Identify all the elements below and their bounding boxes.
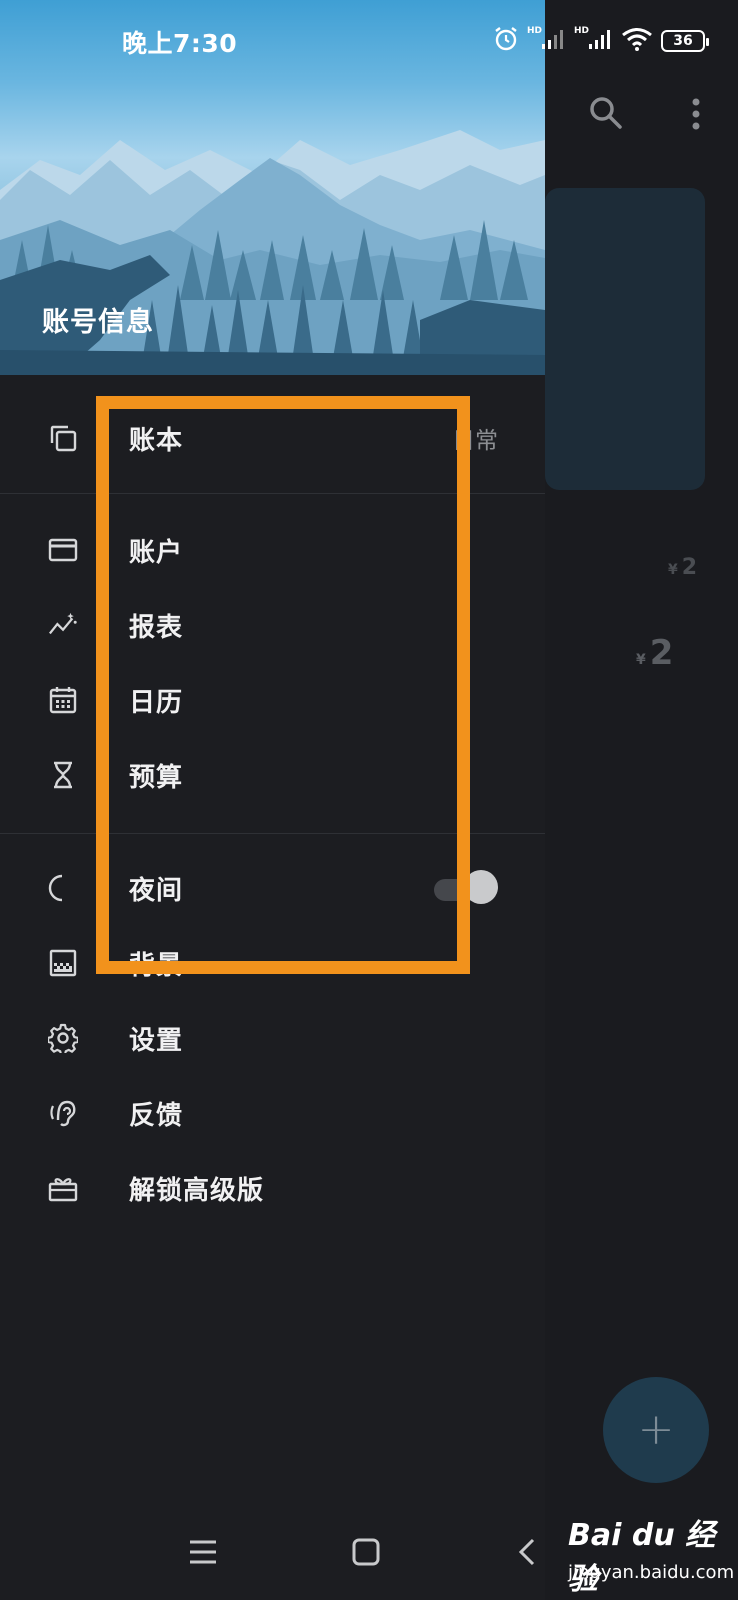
menu-label-ledger: 账本	[129, 425, 184, 456]
menu-label-accounts: 账户	[129, 537, 184, 568]
account-info-title: 账号信息	[42, 307, 154, 338]
menu-label-background: 背景	[129, 950, 184, 981]
signal-icon-1	[540, 28, 566, 54]
status-bar: 晚上7:30 HD HD 36	[0, 0, 738, 80]
baidu-watermark: Bai du 经验 jingyan.baidu.com	[568, 1510, 738, 1598]
back-nav-icon[interactable]	[518, 1538, 536, 1574]
card-icon	[48, 535, 78, 565]
hourglass-icon	[48, 760, 78, 790]
night-mode-toggle[interactable]	[434, 870, 498, 904]
watermark-url: jingyan.baidu.com	[568, 1562, 735, 1583]
copy-icon	[48, 423, 78, 453]
toggle-thumb	[464, 870, 498, 904]
divider	[0, 833, 545, 834]
add-button[interactable]: +	[603, 1377, 709, 1483]
battery-icon: 36	[661, 30, 710, 52]
signal-icon-2	[587, 28, 613, 54]
menu-nav-icon[interactable]	[188, 1538, 218, 1573]
background-icon	[48, 948, 78, 978]
amount-large: ¥2	[636, 633, 674, 673]
battery-level: 36	[673, 33, 693, 49]
menu-item-ledger[interactable]: 账本 日常	[0, 403, 545, 473]
menu-label-settings: 设置	[129, 1025, 184, 1056]
plus-icon: +	[637, 1404, 675, 1455]
search-icon[interactable]	[588, 95, 624, 131]
status-icons: HD HD 36	[493, 24, 710, 58]
menu-item-feedback[interactable]: 反馈	[0, 1078, 545, 1148]
menu-item-background[interactable]: 背景	[0, 928, 545, 998]
menu-item-budget[interactable]: 预算	[0, 740, 545, 810]
menu-label-budget: 预算	[129, 762, 184, 793]
amount-small: ¥2	[668, 555, 698, 580]
wifi-icon	[621, 27, 653, 55]
menu-item-accounts[interactable]: 账户	[0, 515, 545, 585]
menu-item-reports[interactable]: 报表	[0, 590, 545, 660]
alarm-icon	[493, 26, 519, 56]
menu-item-calendar[interactable]: 日历	[0, 665, 545, 735]
moon-icon	[48, 873, 78, 903]
hd-label-1: HD	[527, 26, 543, 36]
navigation-drawer: 账号信息 账本 日常 账户 报表 日历 预算 夜间 背景 设置 反馈 解锁高级版	[0, 0, 545, 1600]
gift-icon	[48, 1173, 78, 1203]
feedback-icon	[48, 1098, 78, 1128]
menu-label-unlock-premium: 解锁高级版	[129, 1175, 265, 1206]
calendar-icon	[48, 685, 78, 715]
ledger-name: 日常	[452, 428, 498, 454]
more-icon[interactable]	[688, 97, 708, 131]
home-nav-icon[interactable]	[352, 1538, 380, 1574]
summary-card[interactable]	[545, 188, 705, 490]
menu-label-feedback: 反馈	[129, 1100, 184, 1131]
watermark-brand: Bai du 经验	[568, 1518, 716, 1597]
menu-label-night-mode: 夜间	[129, 875, 184, 906]
status-time: 晚上7:30	[122, 29, 238, 58]
menu-label-reports: 报表	[129, 612, 184, 643]
menu-item-unlock-premium[interactable]: 解锁高级版	[0, 1153, 545, 1223]
trend-icon	[48, 610, 78, 640]
divider	[0, 493, 545, 494]
gear-icon	[48, 1023, 78, 1053]
menu-label-calendar: 日历	[129, 687, 184, 718]
hd-label-2: HD	[574, 26, 590, 36]
menu-item-settings[interactable]: 设置	[0, 1003, 545, 1073]
